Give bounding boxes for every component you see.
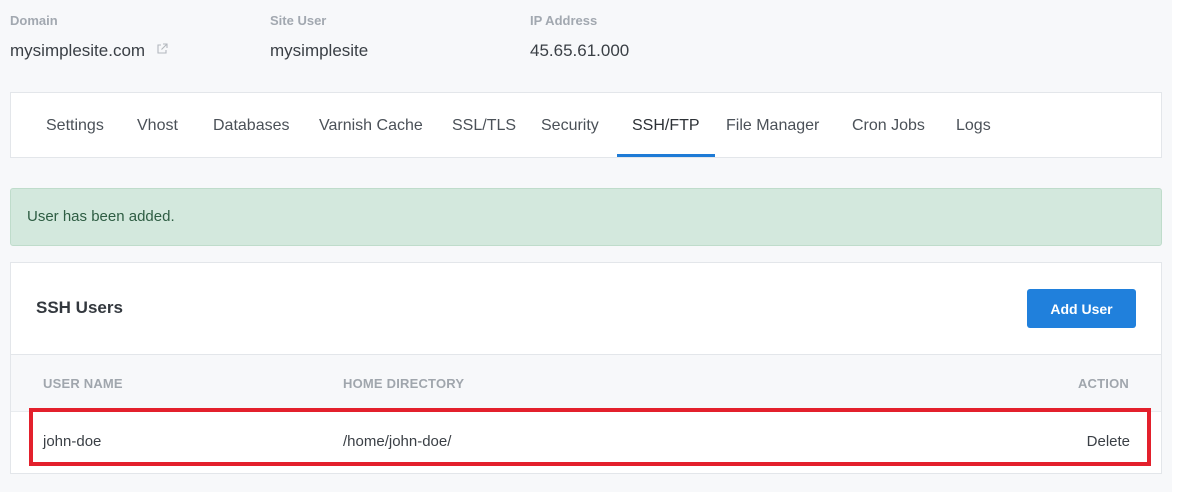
alert-message: User has been added.: [27, 208, 175, 225]
domain-value[interactable]: mysimplesite.com: [10, 41, 168, 61]
cell-user-name: john-doe: [43, 433, 102, 450]
ip-label: IP Address: [530, 13, 598, 28]
card-title: SSH Users: [36, 298, 123, 317]
delete-button[interactable]: Delete: [1087, 433, 1130, 450]
ip-info: IP Address 45.65.61.000: [530, 13, 629, 61]
tab-cron-jobs[interactable]: Cron Jobs: [852, 93, 925, 157]
tab-ssl-tls[interactable]: SSL/TLS: [452, 93, 516, 157]
column-header-action: ACTION: [1077, 376, 1129, 391]
tab-file-manager[interactable]: File Manager: [726, 93, 819, 157]
success-alert: User has been added.: [10, 188, 1162, 246]
page: Domain mysimplesite.com Site User mysimp…: [0, 0, 1172, 492]
column-header-user-name: USER NAME: [43, 376, 123, 391]
tab-varnish-cache[interactable]: Varnish Cache: [319, 93, 423, 157]
tab-ssh-ftp[interactable]: SSH/FTP: [617, 93, 715, 157]
cell-home-directory: /home/john-doe/: [343, 433, 452, 450]
external-link-icon[interactable]: [156, 40, 168, 60]
domain-link[interactable]: mysimplesite.com: [10, 41, 145, 60]
add-user-button[interactable]: Add User: [1027, 289, 1136, 328]
site-user-label: Site User: [270, 13, 327, 28]
tab-databases[interactable]: Databases: [213, 93, 290, 157]
table-header: USER NAME HOME DIRECTORY ACTION: [11, 354, 1161, 412]
ip-value: 45.65.61.000: [530, 41, 630, 60]
ssh-users-card: SSH Users Add User USER NAME HOME DIRECT…: [10, 262, 1162, 474]
tab-settings[interactable]: Settings: [46, 93, 104, 157]
tab-bar: Settings Vhost Databases Varnish Cache S…: [10, 92, 1162, 158]
column-header-home-directory: HOME DIRECTORY: [343, 376, 465, 391]
table-row: john-doe /home/john-doe/ Delete: [11, 412, 1161, 472]
tab-security[interactable]: Security: [541, 93, 599, 157]
site-user-value: mysimplesite: [270, 41, 369, 60]
domain-info: Domain mysimplesite.com: [10, 13, 168, 61]
tab-vhost[interactable]: Vhost: [137, 93, 178, 157]
site-user-info: Site User mysimplesite: [270, 13, 368, 61]
domain-label: Domain: [10, 13, 58, 28]
tab-logs[interactable]: Logs: [956, 93, 991, 157]
